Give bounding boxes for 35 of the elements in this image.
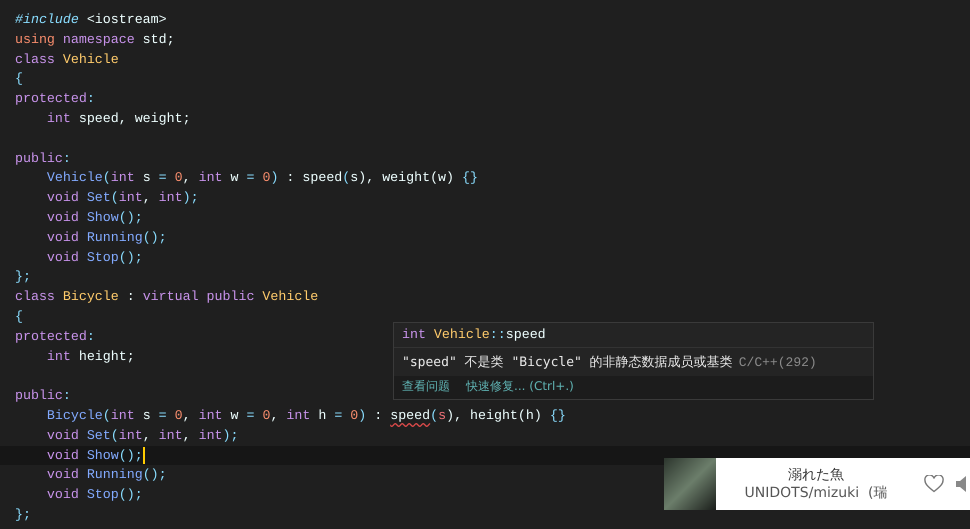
error-message: "speed" 不是类 "Bicycle" 的非静态数据成员或基类: [402, 354, 733, 371]
action-link[interactable]: 查看问题: [402, 378, 450, 395]
action-link[interactable]: 快速修复... (Ctrl+.): [466, 378, 574, 395]
code-line: void Set(int, int);: [46, 189, 199, 208]
song-artist: UNIDOTS/mizuki (瑞: [744, 484, 888, 502]
code-line: class Vehicle: [15, 50, 119, 69]
code-line: int speed, weight;: [46, 110, 191, 128]
code-line: #include <iostream>: [15, 11, 167, 29]
code-line: {: [15, 70, 23, 88]
code-line: using namespace std;: [15, 30, 175, 49]
code-line: Vehicle(int s = 0, int w = 0) : speed(s), weight(w) {}: [46, 169, 478, 188]
code-line: public:: [15, 387, 71, 406]
album-art-placeholder: [664, 458, 716, 510]
code-line: int height;: [46, 348, 135, 366]
code-line: };: [15, 506, 31, 524]
heart-icon[interactable]: [924, 475, 944, 493]
code-line: void Stop();: [46, 248, 143, 267]
text-cursor: [142, 446, 145, 464]
code-line: void Running();: [46, 466, 167, 484]
speaker-icon[interactable]: [956, 475, 968, 493]
code-line: protected:: [15, 328, 95, 346]
code-line: void Running();: [46, 228, 167, 247]
error-code: C/C++(292): [738, 354, 817, 370]
code-line: class Bicycle : virtual public Vehicle: [15, 288, 318, 306]
code-line: {: [15, 308, 23, 326]
code-line: void Show();: [46, 208, 143, 227]
code-line: Bicycle(int s = 0, int w = 0, int h = 0) : speed(s), height(h) {}: [46, 406, 566, 425]
code-line: void Show();: [46, 446, 143, 465]
song-title: 溺れた魚: [788, 466, 844, 484]
code-line: void Set(int, int, int);: [46, 426, 239, 445]
code-line: void Stop();: [46, 486, 143, 504]
code-line: public:: [15, 150, 71, 168]
code-line: protected:: [15, 90, 95, 108]
type-signature: int Vehicle::speed: [394, 323, 873, 348]
code-line: };: [15, 268, 31, 286]
